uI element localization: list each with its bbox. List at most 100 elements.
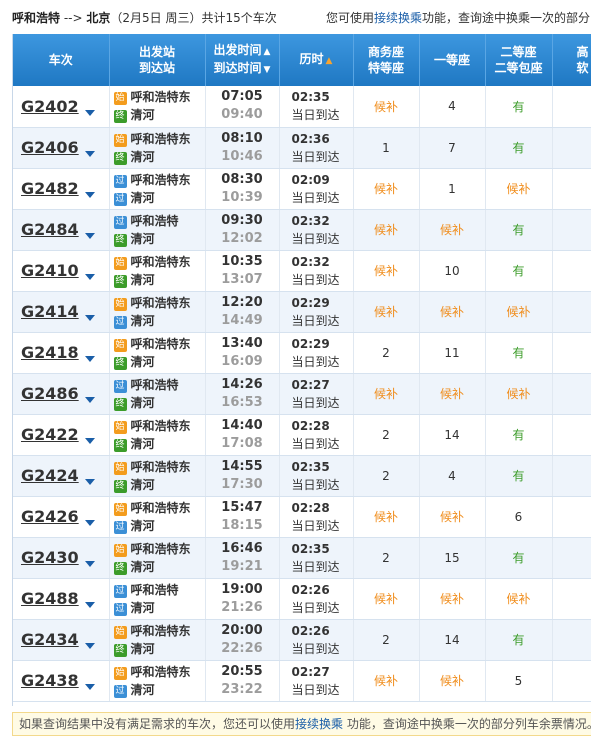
train-number-link[interactable]: G2426 xyxy=(21,507,79,526)
expand-stops-icon[interactable] xyxy=(84,192,95,198)
train-number-link[interactable]: G2486 xyxy=(21,384,79,403)
second-class-cell[interactable]: 有 xyxy=(485,537,553,579)
business-seat-cell[interactable]: 候补 xyxy=(353,86,420,128)
second-class-cell[interactable]: 6 xyxy=(485,496,553,538)
second-class-cell[interactable]: 有 xyxy=(485,619,553,661)
business-seat-cell[interactable]: 2 xyxy=(353,619,420,661)
second-class-cell[interactable]: 候补 xyxy=(485,578,553,620)
train-number-link[interactable]: G2434 xyxy=(21,630,79,649)
business-seat-cell[interactable]: 候补 xyxy=(353,168,420,210)
top-bar: 呼和浩特 --> 北京（2月5日 周三）共计15个车次 您可使用接续换乘功能，查… xyxy=(0,0,591,34)
next-col-cell xyxy=(552,86,591,128)
second-class-cell[interactable]: 有 xyxy=(485,127,553,169)
second-class-cell[interactable]: 候补 xyxy=(485,291,553,333)
expand-stops-icon[interactable] xyxy=(84,397,95,403)
arrival-station: 终清河 xyxy=(113,106,205,124)
first-class-cell[interactable]: 候补 xyxy=(419,209,486,251)
business-seat-cell[interactable]: 候补 xyxy=(353,660,420,702)
second-class-cell[interactable]: 5 xyxy=(485,660,553,702)
second-class-cell[interactable]: 候补 xyxy=(485,168,553,210)
second-class-cell[interactable]: 有 xyxy=(485,414,553,456)
first-class-cell[interactable]: 4 xyxy=(419,86,486,128)
expand-stops-icon[interactable] xyxy=(84,561,95,567)
first-class-status: 候补 xyxy=(439,387,464,401)
header-duration-sort[interactable]: 历时 ▲ xyxy=(279,34,354,86)
station-type-icon: 过 xyxy=(113,192,127,206)
expand-stops-icon[interactable] xyxy=(84,602,95,608)
arrival-day-note: 当日到达 xyxy=(291,231,340,246)
footer-transfer-link[interactable]: 接续换乘 xyxy=(295,717,343,731)
expand-stops-icon[interactable] xyxy=(84,315,95,321)
business-seat-status: 候补 xyxy=(373,223,398,237)
header-time-arr-sort[interactable]: 到达时间 ▼ xyxy=(206,60,279,78)
expand-stops-icon[interactable] xyxy=(84,438,95,444)
expand-stops-icon[interactable] xyxy=(84,684,95,690)
arrival-station: 过清河 xyxy=(113,599,205,617)
second-class-cell[interactable]: 有 xyxy=(485,86,553,128)
business-seat-status: 2 xyxy=(382,632,390,647)
train-number-link[interactable]: G2484 xyxy=(21,220,79,239)
train-number-link[interactable]: G2438 xyxy=(21,671,79,690)
train-number-link[interactable]: G2418 xyxy=(21,343,79,362)
arrival-station-name: 清河 xyxy=(130,313,155,328)
business-seat-cell[interactable]: 候补 xyxy=(353,578,420,620)
second-class-cell[interactable]: 有 xyxy=(485,455,553,497)
arrival-time: 12:02 xyxy=(221,230,263,246)
second-class-cell[interactable]: 有 xyxy=(485,332,553,374)
duration: 02:27 xyxy=(291,664,330,679)
expand-stops-icon[interactable] xyxy=(84,151,95,157)
first-class-cell[interactable]: 候补 xyxy=(419,291,486,333)
business-seat-cell[interactable]: 2 xyxy=(353,414,420,456)
expand-stops-icon[interactable] xyxy=(84,479,95,485)
business-seat-cell[interactable]: 2 xyxy=(353,332,420,374)
first-class-cell[interactable]: 候补 xyxy=(419,578,486,620)
business-seat-cell[interactable]: 1 xyxy=(353,127,420,169)
business-seat-cell[interactable]: 候补 xyxy=(353,250,420,292)
train-number-link[interactable]: G2422 xyxy=(21,425,79,444)
first-class-cell[interactable]: 10 xyxy=(419,250,486,292)
header-time-dep-sort[interactable]: 出发时间 ▲ xyxy=(206,42,279,60)
next-col-cell xyxy=(552,414,591,456)
first-class-cell[interactable]: 15 xyxy=(419,537,486,579)
expand-stops-icon[interactable] xyxy=(84,274,95,280)
second-class-cell[interactable]: 有 xyxy=(485,209,553,251)
duration-cell: 02:29 当日到达 xyxy=(279,291,354,333)
train-count: 15 xyxy=(225,11,241,25)
train-number-link[interactable]: G2402 xyxy=(21,97,79,116)
train-number-link[interactable]: G2410 xyxy=(21,261,79,280)
second-class-cell[interactable]: 候补 xyxy=(485,373,553,415)
expand-stops-icon[interactable] xyxy=(84,109,95,116)
business-seat-cell[interactable]: 2 xyxy=(353,455,420,497)
first-class-cell[interactable]: 1 xyxy=(419,168,486,210)
second-class-cell[interactable]: 有 xyxy=(485,250,553,292)
expand-stops-icon[interactable] xyxy=(84,643,95,649)
business-seat-cell[interactable]: 候补 xyxy=(353,209,420,251)
business-seat-cell[interactable]: 2 xyxy=(353,537,420,579)
stations-cell: 过呼和浩特东过清河 xyxy=(109,168,206,210)
first-class-cell[interactable]: 候补 xyxy=(419,660,486,702)
first-class-cell[interactable]: 候补 xyxy=(419,496,486,538)
expand-stops-icon[interactable] xyxy=(84,356,95,362)
first-class-cell[interactable]: 4 xyxy=(419,455,486,497)
transfer-link[interactable]: 接续换乘 xyxy=(374,11,422,25)
business-seat-cell[interactable]: 候补 xyxy=(353,291,420,333)
first-class-cell[interactable]: 7 xyxy=(419,127,486,169)
footer-note: 如果查询结果中没有满足需求的车次，您还可以使用接续换乘 功能，查询途中换乘一次的… xyxy=(12,712,591,736)
next-col-cell xyxy=(552,127,591,169)
train-number-link[interactable]: G2414 xyxy=(21,302,79,321)
first-class-cell[interactable]: 14 xyxy=(419,619,486,661)
train-number-link[interactable]: G2424 xyxy=(21,466,79,485)
departure-station-name: 呼和浩特东 xyxy=(130,418,191,433)
business-seat-cell[interactable]: 候补 xyxy=(353,496,420,538)
expand-stops-icon[interactable] xyxy=(84,233,95,239)
train-number-link[interactable]: G2430 xyxy=(21,548,79,567)
expand-stops-icon[interactable] xyxy=(84,520,95,526)
first-class-cell[interactable]: 11 xyxy=(419,332,486,374)
train-number-link[interactable]: G2482 xyxy=(21,179,79,198)
train-number-link[interactable]: G2488 xyxy=(21,589,79,608)
first-class-cell[interactable]: 14 xyxy=(419,414,486,456)
first-class-cell[interactable]: 候补 xyxy=(419,373,486,415)
business-seat-cell[interactable]: 候补 xyxy=(353,373,420,415)
train-number-link[interactable]: G2406 xyxy=(21,138,79,157)
header-times: 出发时间 ▲ 到达时间 ▼ xyxy=(205,34,280,86)
